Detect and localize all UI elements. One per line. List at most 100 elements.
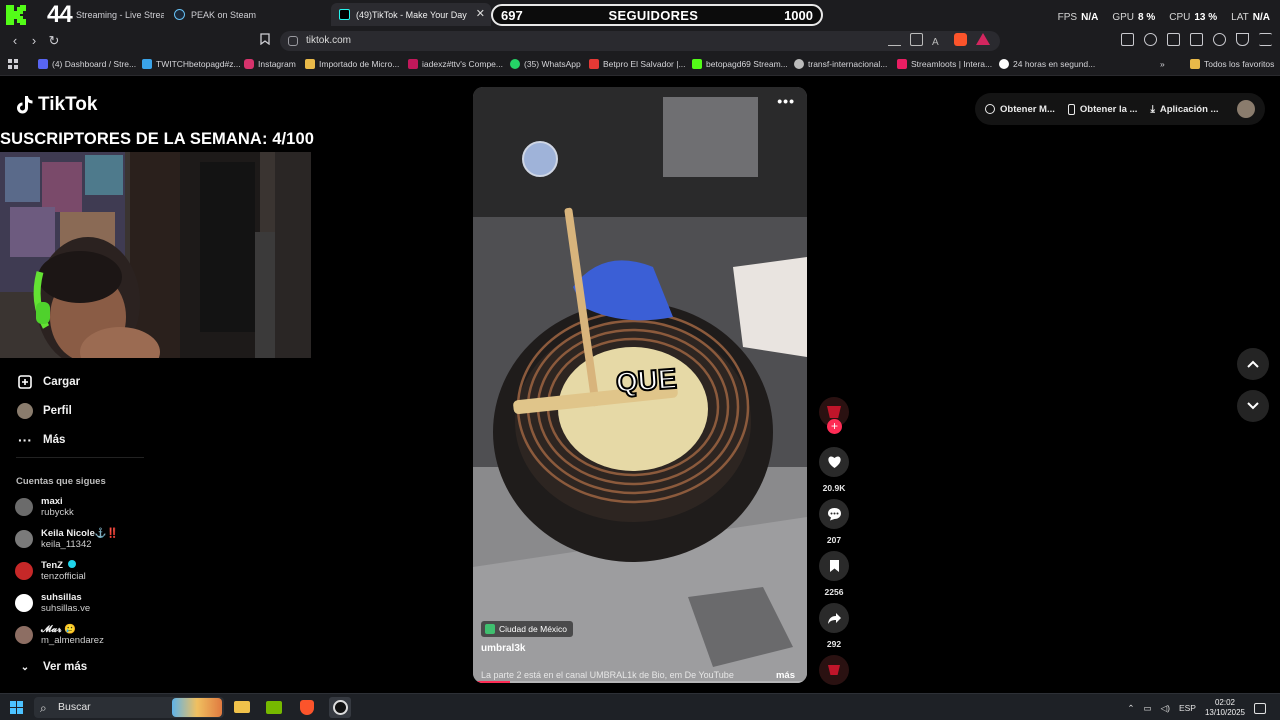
following-account[interactable]: Keila Nicole⚓‼️ keila_11342 [15,528,119,550]
bookmark-item[interactable]: iadexz#ttv's Compe... [408,57,503,71]
get-app-button[interactable]: Obtener la ... [1067,103,1138,115]
nav-profile[interactable]: Perfil [17,403,72,419]
bookmark-item[interactable]: (35) WhatsApp [510,57,581,71]
get-coins-label: Obtener M... [1000,103,1055,115]
speaker-icon[interactable]: ◁) [1161,703,1170,714]
apps-grid-icon[interactable] [8,57,19,71]
instagram-icon [244,59,254,69]
bookmark-item[interactable]: Streamloots | Intera... [897,57,992,71]
bookmark-item[interactable]: Importado de Micro... [305,57,399,71]
account-handle: rubyckk [41,507,74,518]
music-disc-icon [819,655,849,685]
get-coins-button[interactable]: Obtener M... [985,104,1055,115]
comment-icon [819,499,849,529]
tiktok-page: TikTok SUSCRIPTORES DE LA SEMANA: 4/100 [0,77,1280,693]
reload-icon[interactable]: ↻ [45,32,63,50]
nav-profile-label: Perfil [43,405,72,417]
following-account[interactable]: suhsillas suhsillas.ve [15,592,90,614]
sidebar-icon[interactable] [1167,33,1180,46]
browser-nav-bar: ‹ › ↻ tiktok.com A [0,30,1280,52]
tiktok-note-icon [17,96,33,114]
location-badge[interactable]: Ciudad de México [481,621,574,637]
network-icon[interactable]: ▭ [1144,703,1152,714]
see-more-button[interactable]: ⌄ Ver más [17,659,87,675]
bookmark-item[interactable]: transf-internacional... [794,57,887,71]
get-app-label: Obtener la ... [1079,103,1138,115]
search-highlight-image [172,698,222,717]
windows-start-icon[interactable] [10,701,23,714]
tab-kick-stream[interactable]: Streaming - Live Stream [68,3,164,26]
media-icon[interactable] [1144,33,1157,46]
bookmark-item[interactable]: TWITCHbetopagd#z... [142,57,241,71]
description-more-link[interactable]: más [776,670,795,681]
site-info-icon[interactable] [288,36,298,46]
brave-shield-icon[interactable] [954,33,967,46]
tiktok-logo-text: TikTok [38,94,98,115]
phone-icon [1067,103,1075,115]
close-tab-icon[interactable]: ✕ [476,7,485,20]
bookmarks-overflow-icon[interactable]: » [1160,57,1165,71]
previous-video-button[interactable] [1237,348,1269,380]
video-progress-fill [473,681,510,683]
wallet-icon[interactable] [1190,33,1203,46]
cast-icon[interactable] [910,33,923,46]
back-icon[interactable]: ‹ [6,32,24,50]
video-player[interactable]: QUE ••• Ciudad de México umbral3k La par… [473,87,807,683]
following-account[interactable]: TenZ tenzofficial [15,560,86,582]
language-indicator[interactable]: ESP [1179,703,1196,713]
leo-ai-icon[interactable] [1213,33,1226,46]
file-explorer-icon[interactable] [231,697,253,718]
save-button[interactable]: 2256 [819,551,849,597]
obs-icon[interactable] [329,697,351,718]
translate-icon[interactable]: A [932,33,945,48]
creator-logo-icon [827,406,841,418]
vpn-icon[interactable] [1236,33,1249,46]
tiktok-logo[interactable]: TikTok [16,94,97,116]
bookmark-item[interactable]: Instagram [244,57,296,71]
following-account[interactable]: 𝓜𝓪𝓻 🥲 m_almendarez [15,624,104,646]
comment-button[interactable]: 207 [819,499,849,545]
forward-icon[interactable]: › [25,32,43,50]
taskbar-clock[interactable]: 02:02 13/10/2025 [1205,698,1245,718]
address-bar[interactable]: tiktok.com A [280,31,1000,51]
sound-disc-button[interactable] [819,655,849,685]
creator-avatar-button[interactable]: + [819,397,849,434]
nvidia-icon[interactable] [263,697,285,718]
next-video-button[interactable] [1237,390,1269,422]
taskbar-search[interactable]: ⌕ Buscar [34,697,224,718]
desktop-app-button[interactable]: ⤓ Aplicación ... [1150,104,1218,115]
like-button[interactable]: 20.9K [819,447,849,493]
nav-more[interactable]: ··· Más [17,432,65,448]
menu-icon[interactable] [1259,33,1272,46]
video-description: La parte 2 está en el canal UMBRAL1k de … [481,670,734,680]
bookmark-page-icon[interactable] [256,32,274,50]
account-name-row: TenZ [41,560,86,571]
tab-label: Streaming - Live Stream [76,9,164,20]
notifications-icon[interactable] [1254,702,1266,714]
all-favorites[interactable]: Todos los favoritos [1190,57,1274,71]
share-button[interactable]: 292 [819,603,849,649]
brave-browser-icon[interactable] [296,697,318,718]
following-account[interactable]: maxi rubyckk [15,496,74,518]
nav-upload[interactable]: Cargar [17,374,80,390]
profile-avatar[interactable] [1237,100,1255,118]
video-progress-bar[interactable] [473,681,807,683]
system-tray: ⌃ ▭ ◁) ESP 02:02 13/10/2025 [1127,698,1266,718]
tray-overflow-icon[interactable]: ⌃ [1127,703,1134,714]
video-author[interactable]: umbral3k [481,643,525,654]
brave-rewards-icon[interactable] [976,33,990,45]
bookmark-item[interactable]: Betpro El Salvador |... [589,57,686,71]
follow-plus-icon[interactable]: + [827,419,842,434]
no-tracking-icon[interactable] [888,33,901,46]
screenshot-icon[interactable] [1121,33,1134,46]
download-icon: ⤓ [1150,103,1155,115]
tab-tiktok[interactable]: (49)TikTok - Make Your Day ✕ [331,3,491,26]
tab-steam[interactable]: PEAK on Steam [166,3,326,26]
bookmark-item[interactable]: (4) Dashboard / Stre... [38,57,136,71]
bookmark-item[interactable]: 24 horas en segund... [999,57,1095,71]
desktop-app-label: Aplicación ... [1159,103,1219,115]
bookmark-item[interactable]: betopagd69 Stream... [692,57,788,71]
video-options-icon[interactable]: ••• [777,93,795,109]
avatar [15,626,33,644]
avatar [15,562,33,580]
